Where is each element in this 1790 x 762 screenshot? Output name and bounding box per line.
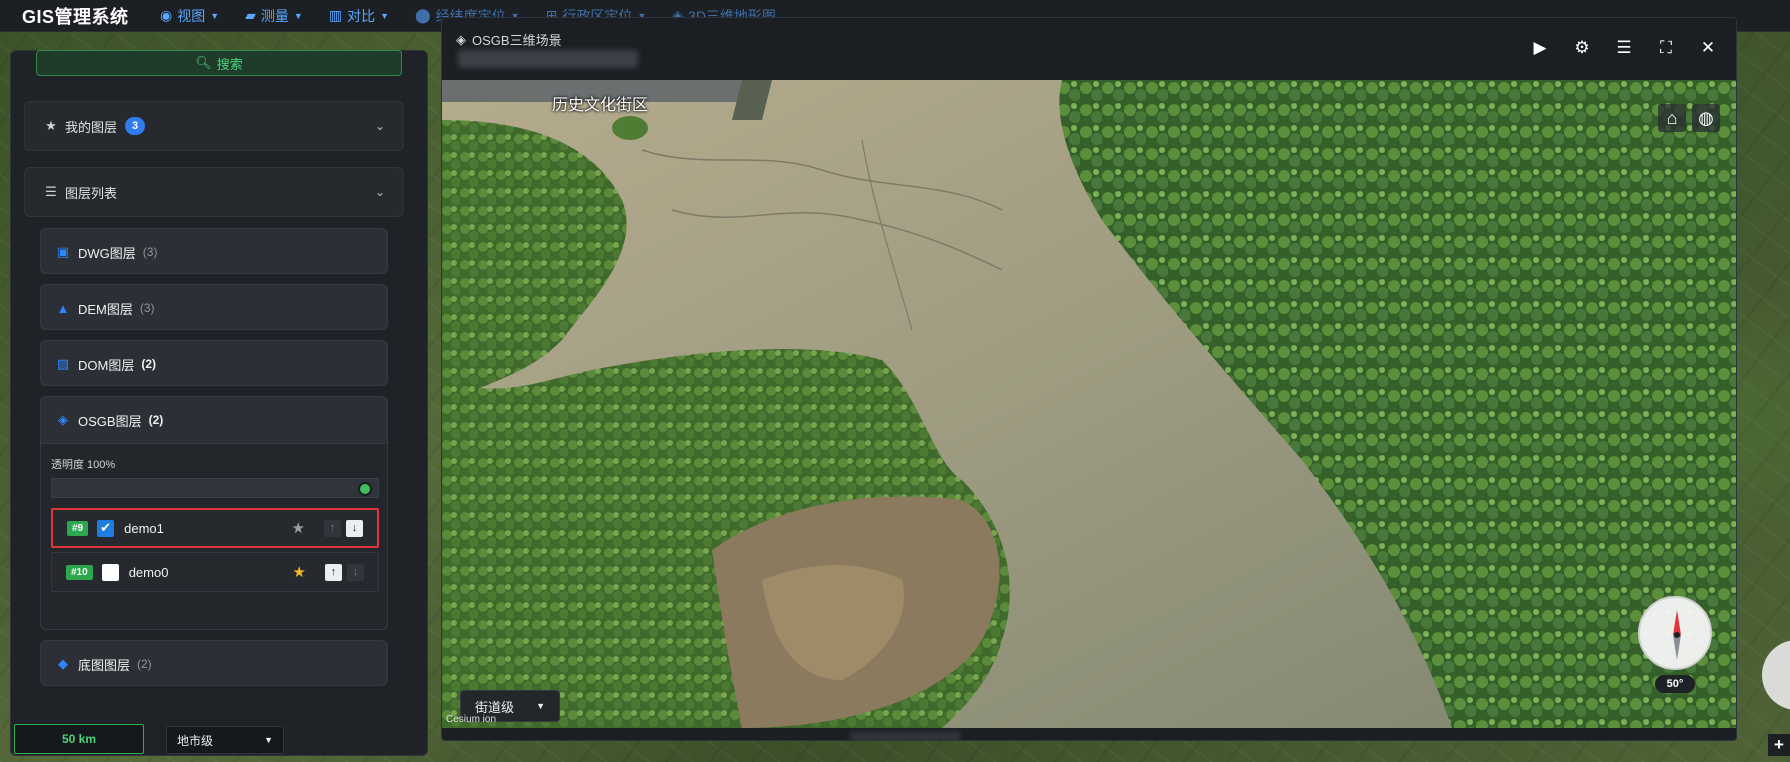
layer-group-dom[interactable]: ▨ DOM图层 (2) (40, 340, 388, 386)
layers-icon: ◆ (58, 656, 68, 671)
app-title: GIS管理系统 (22, 6, 129, 27)
compass-degree: 50° (1655, 675, 1695, 693)
layer-id-badge: #10 (66, 564, 93, 580)
cube-icon: ◈ (456, 31, 466, 47)
gear-icon[interactable]: ⚙ (1572, 38, 1592, 58)
star-icon: ★ (45, 118, 57, 133)
redacted-block (850, 731, 960, 740)
chevron-down-icon[interactable]: ⌄ (375, 185, 385, 199)
place-label: 历史文化街区 (552, 97, 649, 114)
layer-group-dwg[interactable]: ▣ DWG图层 (3) (40, 228, 388, 274)
opacity-label: 透明度 100% (51, 459, 116, 471)
layer-group-dem[interactable]: ▲ DEM图层 (3) (40, 284, 388, 330)
layer-group-label: DEM图层 (78, 301, 133, 317)
compass-widget[interactable] (1638, 596, 1712, 670)
move-up-button[interactable]: ↑ (324, 519, 341, 537)
layer-group-count: (2) (137, 657, 152, 671)
caret-down-icon: ▼ (264, 735, 273, 745)
caret-down-icon: ▼ (210, 10, 220, 21)
globe-icon[interactable]: ◍ (1692, 104, 1720, 132)
scene-header: ◈ OSGB三维场景 ▶ ⚙ ☰ ⛶ ✕ (442, 18, 1736, 80)
close-icon[interactable]: ✕ (1698, 38, 1718, 58)
layer-group-label: DWG图层 (78, 245, 136, 261)
admin-level-select[interactable]: 地市级 ▼ (166, 726, 284, 754)
layer-group-basemap[interactable]: ◆ 底图图层 (2) (40, 640, 388, 686)
layer-name: demo1 (124, 520, 164, 536)
map-pin-icon: ⬤ (415, 7, 431, 23)
zoom-in-button[interactable]: + (1768, 734, 1790, 756)
layer-group-label: OSGB图层 (78, 413, 142, 429)
move-down-button[interactable]: ↓ (346, 519, 363, 537)
layer-group-count: (3) (139, 301, 155, 315)
street-level-value: 街道级 (475, 699, 515, 715)
layer-item-demo0[interactable]: #10 demo0 ★ ↑ ↓ (51, 552, 379, 592)
scene-viewport[interactable]: 历史文化街区 ⌂ ◍ 50° 街道级 ▼ Cesium ion (442, 80, 1736, 728)
scene-title: ◈ OSGB三维场景 (456, 30, 562, 49)
search-icon: 🔍︎ (195, 55, 212, 70)
nav-view-label: 视图 (177, 7, 206, 24)
layer-item-demo1[interactable]: #9 ✔ demo1 ★ ↑ ↓ (51, 508, 379, 548)
redacted-block (458, 50, 638, 68)
cube-icon: ◈ (58, 412, 68, 427)
triangle-icon: ▲ (56, 300, 70, 316)
my-layers-card[interactable]: ★ 我的图层 3 ⌄ (24, 101, 404, 151)
move-up-button[interactable]: ↑ (325, 563, 342, 581)
layer-group-label: DOM图层 (78, 357, 135, 373)
layer-group-count: (3) (142, 245, 158, 259)
layer-visibility-checkbox[interactable]: ✔ (97, 519, 115, 537)
layer-group-label: 底图图层 (78, 657, 131, 673)
caret-down-icon: ▼ (293, 10, 303, 21)
map-scale: 50 km (14, 724, 144, 754)
columns-icon: ▥ (328, 7, 343, 23)
play-icon[interactable]: ▶ (1530, 38, 1550, 58)
terrain-rendering (442, 80, 1736, 728)
dwg-icon: ▣ (56, 244, 70, 259)
scene-title-text: OSGB三维场景 (472, 33, 562, 48)
layer-group-count: (2) (141, 357, 157, 371)
osgb-scene-window: ◈ OSGB三维场景 ▶ ⚙ ☰ ⛶ ✕ 历史文化街区 ⌂ ◍ 50° 街道级 … (441, 17, 1737, 741)
list-icon: ☰ (45, 184, 57, 199)
chevron-down-icon[interactable]: ⌄ (375, 119, 385, 133)
osgb-layer-body: 透明度 100% #9 ✔ demo1 ★ ↑ ↓ #10 demo0 ★ ↑ … (41, 443, 387, 629)
admin-level-value: 地市级 (177, 733, 214, 748)
search-button[interactable]: 🔍︎ 搜索 (36, 50, 402, 76)
caret-down-icon: ▼ (380, 10, 389, 21)
layer-list-card[interactable]: ☰ 图层列表 ⌄ (24, 167, 404, 217)
nav-compare-label: 对比 (347, 7, 376, 24)
nav-view[interactable]: ◉ 视图 ▼ (160, 6, 219, 26)
scene-toolbar: ▶ ⚙ ☰ ⛶ ✕ (1530, 38, 1718, 58)
caret-down-icon: ▼ (536, 701, 545, 711)
image-icon: ▨ (56, 356, 70, 371)
my-layers-label: 我的图层 (65, 119, 118, 135)
opacity-slider-thumb[interactable] (358, 482, 372, 496)
nav-measure-label: 测量 (260, 7, 289, 24)
favorite-star-icon[interactable]: ★ (292, 519, 305, 537)
layer-name: demo0 (128, 564, 169, 580)
move-down-button[interactable]: ↓ (347, 563, 364, 581)
layer-list-label: 图层列表 (65, 185, 118, 201)
layer-group-count: (2) (148, 413, 164, 427)
fullscreen-icon[interactable]: ⛶ (1656, 38, 1676, 58)
nav-measure[interactable]: ▰ 测量 ▼ (245, 6, 303, 26)
opacity-slider[interactable] (51, 478, 379, 498)
my-layers-count-badge: 3 (125, 117, 146, 135)
home-icon[interactable]: ⌂ (1658, 104, 1686, 132)
cesium-credit[interactable]: Cesium ion (446, 714, 496, 725)
nav-compare[interactable]: ▥ 对比 ▼ (329, 6, 389, 26)
sliders-icon[interactable]: ☰ (1614, 38, 1634, 58)
ruler-icon: ▰ (245, 7, 256, 23)
layer-visibility-checkbox[interactable] (101, 563, 119, 581)
layer-group-osgb[interactable]: ◈ OSGB图层 (2) 透明度 100% #9 ✔ demo1 ★ ↑ ↓ #… (40, 396, 388, 630)
favorite-star-icon[interactable]: ★ (293, 563, 306, 581)
eye-icon: ◉ (160, 7, 173, 23)
search-label: 搜索 (216, 56, 243, 72)
layer-id-badge: #9 (67, 520, 89, 536)
compass-needle-icon (1673, 610, 1681, 660)
